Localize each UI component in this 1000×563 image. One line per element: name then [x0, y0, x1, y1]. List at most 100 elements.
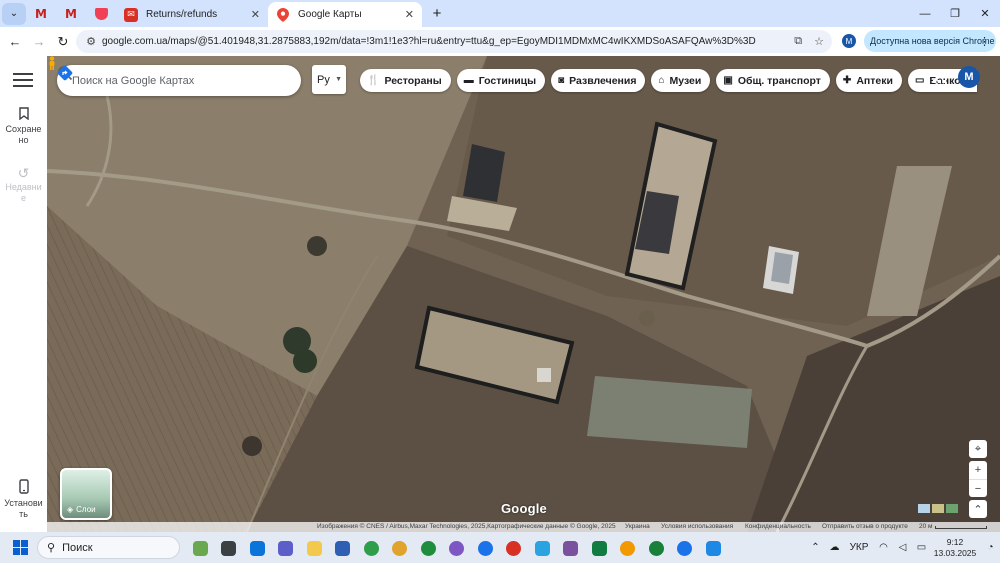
privacy-link[interactable]: Конфиденциальность [745, 523, 811, 530]
expand-bottom-button[interactable]: ⌃ [969, 500, 987, 518]
taskbar-app-8[interactable] [414, 538, 443, 558]
input-language[interactable]: УКР [844, 542, 874, 553]
url-text[interactable]: google.com.ua/maps/@51.401948,31.2875883… [102, 36, 756, 47]
rail-item-saved[interactable]: Сохранено [0, 106, 47, 146]
map-preview-icon[interactable] [918, 504, 930, 513]
zoom-out-button[interactable]: − [969, 479, 987, 497]
zoom-in-button[interactable]: + [969, 461, 987, 479]
taskbar-app-14[interactable] [585, 538, 614, 558]
taskbar-app-12[interactable] [528, 538, 557, 558]
chip-museums[interactable]: ⌂ Музеи [651, 69, 711, 92]
feedback-link[interactable]: Отправить отзыв о продукте [822, 523, 908, 530]
new-tab-button[interactable]: + [426, 5, 448, 22]
pinned-tab-gmail-2[interactable]: M [56, 3, 86, 25]
search-box[interactable] [57, 65, 301, 96]
taskbar-app-0[interactable] [186, 538, 215, 558]
transit-icon: ▣ [723, 75, 733, 86]
map-type-previews[interactable] [918, 504, 958, 513]
reload-button[interactable]: ↻ [51, 30, 75, 54]
country-link[interactable]: Украина [625, 523, 650, 530]
chip-transit[interactable]: ▣ Общ. транспорт [716, 69, 830, 92]
chip-hotels[interactable]: ▬ Гостиницы [456, 69, 546, 92]
minimize-button[interactable]: — [910, 0, 940, 27]
taskbar-app-9[interactable] [443, 538, 472, 558]
taskbar-app-13[interactable] [557, 538, 586, 558]
close-tab-icon[interactable]: ✕ [405, 8, 414, 21]
taskbar-app-15[interactable] [614, 538, 643, 558]
chip-entertainment[interactable]: ◙ Развлечения [551, 69, 646, 92]
taskbar-app-17[interactable] [671, 538, 700, 558]
tab-search-button[interactable]: ⌄ [2, 2, 26, 25]
pegman-icon[interactable] [47, 56, 57, 70]
window-controls: — ❐ ✕ [910, 0, 1000, 27]
history-icon: ↺ [17, 165, 30, 181]
google-apps-icon[interactable] [933, 69, 947, 83]
taskbar-app-5[interactable] [329, 538, 358, 558]
chip-restaurants[interactable]: 🍴 Рестораны [360, 69, 451, 92]
language-value: Ру [317, 73, 330, 86]
widgets-icon [192, 540, 208, 556]
volume-icon[interactable]: ◁ [893, 542, 912, 553]
taskbar-app-4[interactable] [300, 538, 329, 558]
phone-icon [0, 479, 47, 498]
more-menu-icon[interactable]: ⋮ [979, 35, 990, 48]
atm-icon: ▭ [914, 75, 925, 86]
cloud-icon[interactable]: ☁ [825, 542, 844, 553]
globe-preview-icon[interactable] [946, 504, 958, 513]
directions-icon[interactable] [57, 65, 73, 81]
satellite-map[interactable]: Ру ▼ 🍴 Рестораны ▬ Гостиницы ◙ Развлечения … [47, 56, 1000, 532]
forward-button[interactable]: → [27, 30, 51, 54]
my-location-icon: ⌖ [974, 442, 982, 455]
taskbar-app-3[interactable] [272, 538, 301, 558]
install-app-icon[interactable]: ⧉ [794, 35, 802, 48]
system-tray: ⌃ ☁ УКР ◠ ◁ ▭ 9:12 13.03.2025 ◔ [806, 532, 1000, 563]
taskbar-app-10[interactable] [471, 538, 500, 558]
layers-button[interactable]: ◈ Слои [60, 468, 112, 520]
taskbar-app-2[interactable] [243, 538, 272, 558]
tab-google-maps[interactable]: Google Карты ✕ [268, 2, 422, 27]
close-tab-icon[interactable]: ✕ [251, 8, 260, 21]
chrome-update-button[interactable]: Доступна нова версія Chrome ⋮ [864, 30, 996, 52]
menu-icon[interactable] [13, 73, 33, 89]
wifi-icon[interactable]: ◠ [874, 542, 893, 553]
taskbar-app-18[interactable] [699, 538, 728, 558]
taskbar-app-11[interactable] [500, 538, 529, 558]
terms-link[interactable]: Условия использования [661, 523, 733, 530]
my-location-button[interactable]: ⌖ [969, 440, 987, 458]
language-selector[interactable]: Ру ▼ [312, 65, 346, 94]
battery-icon[interactable]: ▭ [912, 542, 931, 553]
close-window-button[interactable]: ✕ [970, 0, 1000, 27]
pinned-tab-gmail-1[interactable]: M [26, 3, 56, 25]
clock[interactable]: 9:12 13.03.2025 [931, 537, 979, 559]
profile-avatar[interactable]: M [842, 34, 856, 48]
chrome-profile-icon [363, 540, 379, 556]
bookmark-star-icon[interactable]: ☆ [814, 35, 824, 48]
taskbar-apps [186, 538, 728, 558]
windows-start-icon[interactable] [13, 540, 28, 555]
rail-item-recent[interactable]: ↺ Недавние [0, 164, 47, 204]
chevron-up-icon[interactable]: ⌃ [806, 542, 825, 553]
maximize-button[interactable]: ❐ [940, 0, 970, 27]
taskbar-app-7[interactable] [386, 538, 415, 558]
telegram-icon [534, 540, 550, 556]
file-stack-icon [221, 540, 237, 556]
search-input[interactable] [72, 74, 232, 87]
taskbar-app-6[interactable] [357, 538, 386, 558]
chip-pharmacies[interactable]: ✚ Аптеки [835, 69, 902, 92]
search-icon: ⚲ [47, 542, 56, 554]
scale-label[interactable]: 20 м [919, 523, 933, 530]
taskbar-app-1[interactable] [215, 538, 244, 558]
terrain-preview-icon[interactable] [932, 504, 944, 513]
notifications-icon[interactable]: ◔ [981, 542, 1000, 553]
back-button[interactable]: ← [3, 30, 27, 54]
rail-item-install[interactable]: Установить [0, 479, 47, 520]
account-avatar[interactable]: M [958, 66, 980, 88]
address-bar[interactable]: ⚙ google.com.ua/maps/@51.401948,31.28758… [76, 30, 832, 53]
chrome-profile-icon [449, 540, 465, 556]
site-info-icon[interactable]: ⚙ [80, 35, 102, 48]
tab-returns[interactable]: ✉ Returns/refunds ✕ [116, 2, 268, 27]
chrome-profile-icon [506, 540, 522, 556]
taskbar-search[interactable]: ⚲ Поиск [37, 536, 180, 559]
pinned-tab-pocket[interactable] [86, 3, 116, 25]
taskbar-app-16[interactable] [642, 538, 671, 558]
